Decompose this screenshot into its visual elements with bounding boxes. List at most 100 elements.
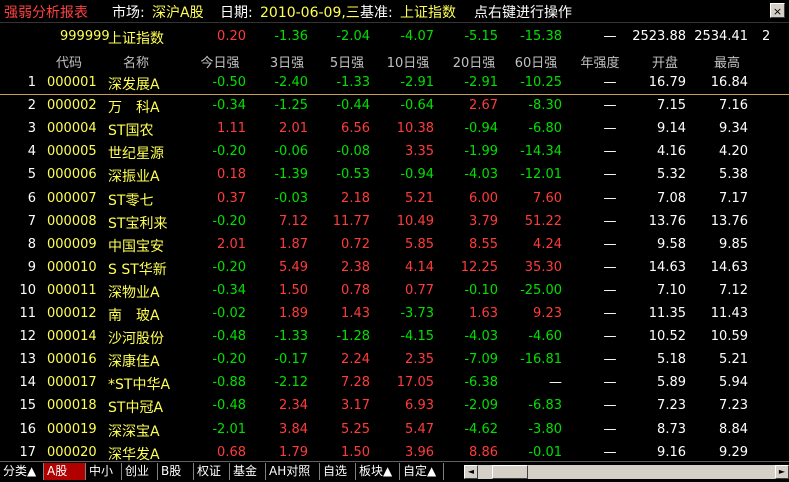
- tab-item[interactable]: B股: [158, 463, 194, 480]
- strength-5d: 3.17: [341, 398, 370, 414]
- strength-3d: 2.34: [279, 398, 308, 414]
- close-button[interactable]: ×: [770, 3, 785, 18]
- strength-5d: 0.78: [341, 282, 370, 298]
- strength-5d: -1.28: [336, 329, 370, 345]
- horizontal-scrollbar[interactable]: ◄ ►: [464, 465, 789, 479]
- base-value[interactable]: 上证指数: [400, 2, 456, 22]
- col-3d[interactable]: 3日强: [262, 52, 312, 71]
- strength-3d: 1.79: [279, 444, 308, 460]
- col-high[interactable]: 最高: [702, 52, 752, 71]
- strength-5d: -0.53: [336, 167, 370, 183]
- strength-today: -0.20: [212, 213, 246, 229]
- strength-today: -0.20: [212, 259, 246, 275]
- table-row[interactable]: 11 000012 南 玻A -0.02 1.89 1.43 -3.73 1.63 9.23 — 1…: [0, 303, 789, 325]
- row-number: 17: [19, 444, 36, 460]
- row-number: 12: [19, 329, 36, 345]
- col-today[interactable]: 今日强: [192, 52, 248, 71]
- stock-code: 000018: [47, 398, 97, 414]
- high-price: 4.20: [719, 144, 748, 160]
- tab-item[interactable]: 基金: [230, 463, 266, 480]
- strength-3d: -2.12: [274, 375, 308, 391]
- stock-code: 000002: [47, 98, 97, 114]
- tab-item[interactable]: 权证: [194, 463, 230, 480]
- stock-name: 南 玻A: [108, 308, 160, 324]
- strength-3d: 1.50: [279, 282, 308, 298]
- stock-name: 中国宝安: [108, 238, 164, 255]
- index-code: 999999: [60, 29, 110, 44]
- table-row[interactable]: 14 000017 *ST中华A -0.88 -2.12 7.28 17.05 -6.38 — —…: [0, 372, 789, 394]
- strength-10d: 0.77: [405, 282, 434, 298]
- year-strength: —: [603, 213, 617, 229]
- strength-today: -0.34: [212, 98, 246, 114]
- scroll-thumb[interactable]: [492, 465, 528, 479]
- col-20d[interactable]: 20日强: [446, 52, 502, 71]
- tab-item[interactable]: AH对照: [266, 463, 320, 480]
- index-3d: -1.36: [274, 29, 308, 44]
- strength-60d: -4.60: [528, 329, 562, 345]
- tab-item[interactable]: 分类▲: [0, 463, 44, 480]
- table-row[interactable]: 2 000002 万 科A -0.34 -1.25 -0.44 -0.64 2.67 -8.30…: [0, 95, 789, 117]
- strength-10d: -0.64: [400, 98, 434, 114]
- row-number: 3: [27, 121, 36, 137]
- table-row[interactable]: 12 000014 沙河股份 -0.48 -1.33 -1.28 -4.15 -4.03 -4.…: [0, 326, 789, 348]
- strength-60d: -16.81: [520, 352, 562, 368]
- stock-name: 深康佳A: [108, 354, 160, 371]
- stock-code: 000006: [47, 167, 97, 183]
- strength-today: 0.37: [217, 190, 246, 206]
- col-5d[interactable]: 5日强: [322, 52, 372, 71]
- scroll-right-button[interactable]: ►: [775, 465, 789, 479]
- open-price: 9.14: [657, 121, 686, 137]
- col-year[interactable]: 年强度: [572, 52, 628, 71]
- market-value[interactable]: 深沪A股: [152, 2, 204, 22]
- year-strength: —: [603, 282, 617, 298]
- strength-60d: -0.01: [528, 444, 562, 460]
- strength-60d: 9.23: [533, 306, 562, 321]
- strength-today: 1.11: [217, 121, 246, 137]
- table-row[interactable]: 1 000001 深发展A -0.50 -2.40 -1.33 -2.91 -2.91 -10.…: [0, 72, 789, 94]
- index-name: 上证指数: [108, 31, 164, 47]
- row-number: 7: [27, 213, 36, 229]
- strength-60d: -6.83: [528, 398, 562, 414]
- tab-item[interactable]: 板块▲: [356, 463, 400, 480]
- table-row[interactable]: 8 000009 中国宝安 2.01 1.87 0.72 5.85 8.55 4.24 — 9.58…: [0, 234, 789, 256]
- col-10d[interactable]: 10日强: [380, 52, 436, 71]
- table-row[interactable]: 10 000011 深物业A -0.34 1.50 0.78 0.77 -0.10 -25.00…: [0, 280, 789, 302]
- strength-today: -2.01: [212, 421, 246, 437]
- table-row[interactable]: 3 000004 ST国农 1.11 2.01 6.56 10.38 -0.94 -6.80 — 9…: [0, 118, 789, 140]
- tab-item[interactable]: 自定▲: [400, 463, 444, 480]
- strength-60d: -12.01: [520, 167, 562, 183]
- table-row[interactable]: 9 000010 S ST华新 -0.20 5.49 2.38 4.14 12.25 35.30…: [0, 257, 789, 279]
- table-row[interactable]: 5 000006 深振业A 0.18 -1.39 -0.53 -0.94 -4.03 -12.0…: [0, 164, 789, 186]
- close-icon: ×: [772, 5, 783, 18]
- high-price: 5.21: [719, 352, 748, 368]
- col-code[interactable]: 代码: [44, 52, 94, 71]
- year-strength: —: [603, 236, 617, 252]
- strength-5d: 2.18: [341, 190, 370, 206]
- row-number: 9: [27, 259, 36, 275]
- col-60d[interactable]: 60日强: [508, 52, 564, 71]
- table-row[interactable]: 15 000018 ST中冠A -0.48 2.34 3.17 6.93 -2.09 -6.83…: [0, 395, 789, 417]
- stock-name: *ST中华A: [108, 377, 171, 394]
- strength-20d: -7.09: [464, 352, 498, 368]
- stock-code: 000005: [47, 144, 97, 160]
- tab-item[interactable]: 自选: [320, 463, 356, 480]
- table-row[interactable]: 6 000007 ST零七 0.37 -0.03 2.18 5.21 6.00 7.60 — 7.0…: [0, 188, 789, 210]
- tab-item[interactable]: A股: [44, 463, 86, 480]
- scroll-left-button[interactable]: ◄: [464, 465, 478, 479]
- tab-item[interactable]: 中小: [86, 463, 122, 480]
- high-price: 13.76: [710, 213, 748, 229]
- index-extra: 2: [762, 29, 771, 44]
- tab-item[interactable]: 创业: [122, 463, 158, 480]
- col-name[interactable]: 名称: [108, 52, 164, 71]
- table-row[interactable]: 7 000008 ST宝利来 -0.20 7.12 11.77 10.49 3.79 51.22…: [0, 211, 789, 233]
- table-row[interactable]: 13 000016 深康佳A -0.20 -0.17 2.24 2.35 -7.09 -16.8…: [0, 349, 789, 371]
- index-row[interactable]: 999999 上证指数 0.20 -1.36 -2.04 -4.07 -5.15…: [0, 26, 789, 48]
- strength-20d: -1.99: [464, 144, 498, 160]
- strength-3d: -1.33: [274, 329, 308, 345]
- table-row[interactable]: 4 000005 世纪星源 -0.20 -0.06 -0.08 3.35 -1.99 -14.3…: [0, 141, 789, 163]
- table-row[interactable]: 16 000019 深深宝A -2.01 3.84 5.25 5.47 -4.62 -3.80 —…: [0, 419, 789, 441]
- high-price: 14.63: [710, 259, 748, 275]
- stock-code: 000020: [47, 444, 97, 460]
- col-open[interactable]: 开盘: [640, 52, 690, 71]
- stock-code: 000004: [47, 121, 97, 137]
